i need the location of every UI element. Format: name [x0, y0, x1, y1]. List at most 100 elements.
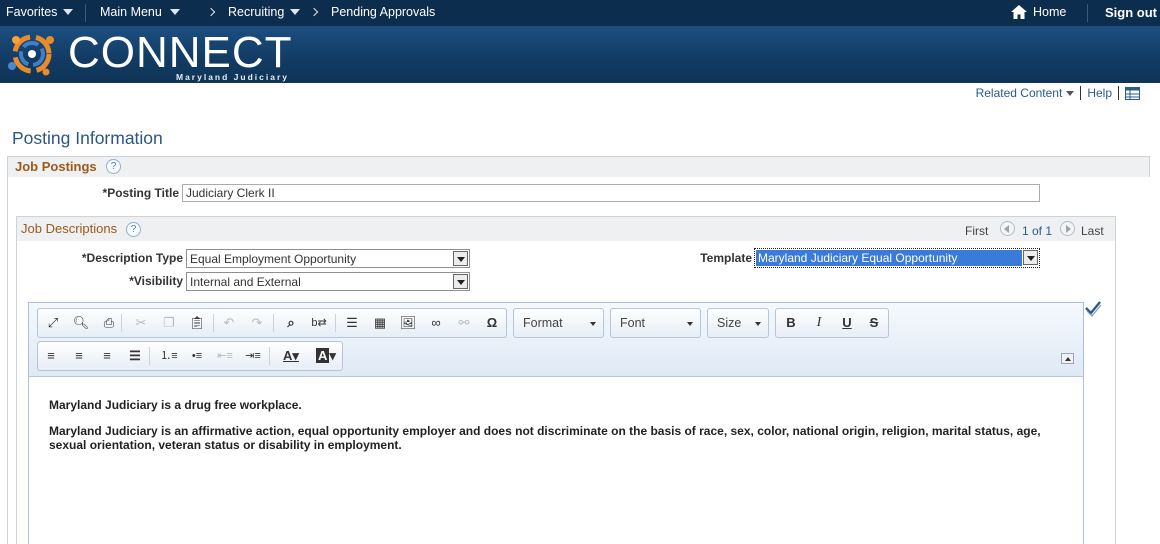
- chevron-right-icon: [309, 7, 319, 17]
- pending-approvals-label: Pending Approvals: [331, 5, 436, 19]
- top-navigation-bar: Favorites Main Menu Recruiting Pending A…: [0, 0, 1160, 26]
- content-paragraph: Maryland Judiciary is an affirmative act…: [49, 424, 1041, 452]
- outdent-icon[interactable]: ⇤≡: [215, 347, 235, 365]
- breadcrumb-pending-approvals[interactable]: Pending Approvals: [309, 5, 436, 19]
- toolbar-separator: [213, 314, 214, 332]
- last-link[interactable]: Last: [1081, 224, 1104, 238]
- page-title: Posting Information: [12, 128, 163, 148]
- posting-title-label: *Posting Title: [102, 186, 179, 200]
- description-type-value: Equal Employment Opportunity: [190, 252, 357, 266]
- align-left-icon[interactable]: ≡: [41, 347, 61, 365]
- align-center-icon[interactable]: ≡: [69, 347, 89, 365]
- sign-out-label: Sign out: [1105, 5, 1157, 20]
- preview-icon[interactable]: 🔍︎: [71, 314, 91, 332]
- link-divider: [1118, 86, 1119, 100]
- justify-icon[interactable]: ☰: [125, 347, 145, 365]
- undo-icon[interactable]: ↶: [219, 314, 239, 332]
- favorites-label: Favorites: [6, 5, 58, 19]
- visibility-select[interactable]: Internal and External: [186, 272, 470, 291]
- replace-icon[interactable]: b⇄: [309, 314, 329, 332]
- paste-icon[interactable]: 📋︎: [187, 314, 207, 332]
- print-icon[interactable]: ⎙: [99, 314, 119, 332]
- find-icon[interactable]: ⌕: [281, 314, 301, 332]
- horizontal-rule-icon[interactable]: ☰: [342, 314, 362, 332]
- align-right-icon[interactable]: ≡: [97, 347, 117, 365]
- chevron-down-icon: [755, 322, 761, 326]
- section-border: [7, 177, 8, 544]
- template-value: Maryland Judiciary Equal Opportunity: [758, 251, 958, 265]
- visibility-label: *Visibility: [129, 274, 183, 288]
- chevron-down-icon: [687, 322, 693, 326]
- template-label: Template: [700, 251, 752, 265]
- posting-title-input[interactable]: Judiciary Clerk II: [182, 184, 1040, 202]
- image-icon[interactable]: 🖼︎: [398, 314, 418, 332]
- chevron-down-icon: [590, 322, 596, 326]
- spellcheck-icon[interactable]: [1084, 299, 1102, 317]
- text-color-icon[interactable]: A▾: [278, 347, 304, 365]
- numbered-list-icon[interactable]: ⒈≡: [159, 347, 179, 365]
- text-style-group: B I U S: [775, 308, 889, 338]
- nav-divider: [85, 4, 86, 22]
- toolbar-separator: [273, 314, 274, 332]
- sign-out-link[interactable]: Sign out: [1105, 5, 1157, 20]
- indent-icon[interactable]: ⇥≡: [243, 347, 263, 365]
- prev-icon[interactable]: [1000, 221, 1015, 236]
- size-label: Size: [717, 316, 742, 330]
- visibility-value: Internal and External: [190, 275, 301, 289]
- main-menu[interactable]: Main Menu: [100, 5, 180, 19]
- collapse-toolbar-button[interactable]: [1061, 353, 1074, 364]
- size-dropdown[interactable]: Size: [707, 308, 769, 338]
- unlink-icon[interactable]: ⚯: [454, 314, 474, 332]
- grid-icon[interactable]: [1125, 86, 1140, 100]
- background-color-icon[interactable]: A ▾: [313, 347, 339, 365]
- home-link[interactable]: Home: [1010, 4, 1066, 20]
- nav-divider: [1087, 4, 1088, 22]
- chevron-down-icon: [63, 9, 74, 15]
- maximize-icon[interactable]: ⤢: [43, 314, 63, 332]
- recruiting-label: Recruiting: [228, 5, 285, 19]
- toolbar-separator: [121, 314, 122, 332]
- special-char-icon[interactable]: Ω: [482, 314, 502, 332]
- editor-content[interactable]: Maryland Judiciary is a drug free workpl…: [29, 378, 1083, 544]
- copy-icon[interactable]: ❐: [159, 314, 179, 332]
- bold-icon[interactable]: B: [781, 314, 801, 332]
- chevron-down-icon[interactable]: [1066, 90, 1075, 96]
- insert-group: ↷ ⌕ b⇄ ☰ ▦ 🖼︎ ∞ ⚯ Ω: [239, 308, 507, 338]
- template-select[interactable]: Maryland Judiciary Equal Opportunity: [754, 248, 1040, 268]
- bulleted-list-icon[interactable]: •≡: [187, 347, 207, 365]
- breadcrumb-recruiting[interactable]: Recruiting: [206, 5, 301, 19]
- chevron-down-icon: [169, 9, 180, 15]
- italic-icon[interactable]: I: [809, 314, 829, 332]
- chevron-down-icon: [290, 9, 301, 15]
- paragraph-group: ≡ ≡ ≡ ☰ ⒈≡ •≡ ⇤≡ ⇥≡ A▾ A ▾: [37, 341, 343, 371]
- job-postings-title: Job Postings: [15, 159, 97, 174]
- table-icon[interactable]: ▦: [370, 314, 390, 332]
- strikethrough-icon[interactable]: S: [864, 314, 884, 332]
- rich-text-editor: ⤢ 🔍︎ ⎙ ✂ ❐ 📋︎ ↶ ↷ ⌕ b⇄ ☰ ▦ 🖼︎ ∞ ⚯ Ω Form…: [28, 302, 1084, 544]
- dropdown-arrow-icon[interactable]: [1023, 250, 1038, 265]
- help-icon[interactable]: ?: [126, 222, 141, 237]
- dropdown-arrow-icon[interactable]: [453, 274, 468, 289]
- related-content-link[interactable]: Related Content: [976, 86, 1063, 100]
- dropdown-arrow-icon[interactable]: [453, 251, 468, 266]
- link-icon[interactable]: ∞: [426, 314, 446, 332]
- toolbar-separator: [335, 314, 336, 332]
- redo-icon[interactable]: ↷: [247, 314, 267, 332]
- chevron-right-icon: [206, 7, 216, 17]
- related-links: Related Content Help: [976, 86, 1140, 100]
- favorites-menu[interactable]: Favorites: [6, 5, 74, 19]
- editor-toolbar: ⤢ 🔍︎ ⎙ ✂ ❐ 📋︎ ↶ ↷ ⌕ b⇄ ☰ ▦ 🖼︎ ∞ ⚯ Ω Form…: [29, 303, 1083, 377]
- next-icon[interactable]: [1060, 221, 1075, 236]
- font-dropdown[interactable]: Font: [610, 308, 701, 338]
- underline-icon[interactable]: U: [837, 314, 857, 332]
- brand-subtitle: Maryland Judiciary: [176, 72, 290, 82]
- brand-name: CONNECT: [68, 28, 293, 77]
- description-type-select[interactable]: Equal Employment Opportunity: [186, 249, 470, 268]
- help-link[interactable]: Help: [1087, 86, 1112, 100]
- toolbar-separator: [269, 347, 270, 365]
- format-dropdown[interactable]: Format: [513, 308, 604, 338]
- job-descriptions-title: Job Descriptions: [21, 221, 118, 236]
- cut-icon[interactable]: ✂: [131, 314, 151, 332]
- first-link[interactable]: First: [965, 224, 988, 238]
- help-icon[interactable]: ?: [106, 159, 121, 174]
